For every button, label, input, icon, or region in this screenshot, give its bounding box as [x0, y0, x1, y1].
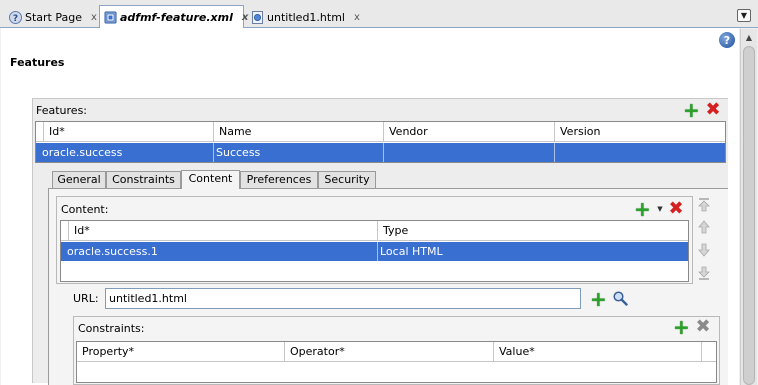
table-header: Id* Name Vendor Version: [36, 122, 725, 142]
tab-list-dropdown-button[interactable]: ▼: [737, 9, 751, 22]
move-bottom-icon: [698, 266, 710, 280]
content-label: Content:: [61, 203, 109, 216]
column-header-value[interactable]: Value*: [494, 342, 702, 362]
column-header-version[interactable]: Version: [555, 122, 725, 142]
tab-general[interactable]: General: [52, 171, 106, 188]
arrow-up-icon: [698, 220, 710, 234]
tab-content[interactable]: Content: [181, 170, 240, 189]
add-icon: +: [590, 287, 607, 311]
tab-label: Start Page: [25, 10, 82, 24]
search-icon: [613, 291, 628, 306]
column-header-id[interactable]: Id*: [69, 221, 378, 241]
move-up-button[interactable]: [696, 219, 712, 235]
chevron-down-icon: ▼: [740, 11, 748, 20]
move-to-top-button[interactable]: [696, 197, 712, 213]
xml-file-icon: [104, 11, 117, 23]
cell-id[interactable]: oracle.success: [36, 143, 214, 162]
delete-icon: ✖: [668, 198, 684, 219]
table-header: Id* Type: [61, 221, 688, 241]
add-feature-button[interactable]: +: [683, 100, 700, 120]
cell-version[interactable]: [555, 143, 725, 162]
features-label: Features:: [36, 104, 88, 117]
move-to-bottom-button[interactable]: [696, 265, 712, 281]
tab-constraints[interactable]: Constraints: [106, 171, 181, 188]
add-icon: +: [673, 315, 690, 339]
table-row[interactable]: oracle.success Success: [36, 143, 725, 162]
move-down-button[interactable]: [696, 242, 712, 258]
tab-start-page[interactable]: ? Start Page x: [5, 6, 97, 28]
help-icon: ?: [9, 10, 22, 24]
column-header-property[interactable]: Property*: [77, 342, 285, 362]
add-url-button[interactable]: +: [590, 289, 607, 309]
delete-icon: ✖: [695, 316, 711, 337]
delete-icon: ✖: [705, 99, 721, 120]
column-header-operator[interactable]: Operator*: [285, 342, 494, 362]
scrollbar-thumb[interactable]: [743, 46, 755, 385]
column-header-vendor[interactable]: Vendor: [384, 122, 555, 142]
svg-text:?: ?: [13, 14, 18, 24]
tab-adfmf-feature-xml[interactable]: adfmf-feature.xml x: [99, 5, 248, 29]
move-top-icon: [698, 198, 710, 212]
scroll-up-arrow-icon[interactable]: ▲: [741, 29, 757, 45]
column-header-id[interactable]: Id*: [44, 122, 214, 142]
cell-name[interactable]: Success: [214, 143, 384, 162]
browse-url-button[interactable]: [612, 290, 628, 306]
chevron-down-icon: ▼: [657, 205, 663, 213]
add-constraint-button[interactable]: +: [673, 317, 690, 337]
cell-id[interactable]: oracle.success.1: [61, 242, 378, 261]
tab-label: untitled1.html: [267, 10, 345, 24]
close-icon[interactable]: x: [91, 12, 97, 23]
cell-vendor[interactable]: [384, 143, 555, 162]
add-content-button[interactable]: +: [634, 199, 651, 219]
column-header-name[interactable]: Name: [214, 122, 384, 142]
delete-constraint-button[interactable]: ✖: [695, 316, 711, 337]
table-header: Property* Operator* Value*: [77, 342, 716, 362]
arrow-down-icon: [698, 243, 710, 257]
column-header-filler: [702, 342, 716, 362]
tab-security[interactable]: Security: [318, 171, 376, 188]
page-title: Features: [10, 56, 65, 69]
url-label: URL:: [73, 292, 99, 305]
features-table: Id* Name Vendor Version oracle.success S…: [35, 121, 726, 163]
delete-content-button[interactable]: ✖: [668, 198, 684, 219]
add-icon: +: [683, 98, 700, 122]
row-header-cell: [36, 122, 44, 142]
close-icon[interactable]: x: [354, 12, 360, 23]
help-icon[interactable]: ?: [719, 32, 735, 48]
url-input[interactable]: [105, 288, 581, 309]
column-header-type[interactable]: Type: [378, 221, 688, 241]
delete-feature-button[interactable]: ✖: [705, 99, 721, 120]
constraints-label: Constraints:: [78, 322, 145, 335]
constraints-table: Property* Operator* Value*: [76, 341, 717, 383]
tab-label: adfmf-feature.xml: [120, 10, 233, 24]
html-file-icon: [252, 10, 263, 24]
add-content-menu-button[interactable]: ▼: [656, 201, 664, 217]
tab-untitled1-html[interactable]: untitled1.html x: [247, 6, 360, 28]
row-header-cell: [61, 221, 69, 241]
tab-preferences[interactable]: Preferences: [240, 171, 318, 188]
table-row[interactable]: oracle.success.1 Local HTML: [61, 242, 688, 261]
vertical-scrollbar[interactable]: ▲: [740, 29, 757, 385]
content-table: Id* Type oracle.success.1 Local HTML: [60, 220, 689, 282]
add-icon: +: [634, 197, 651, 221]
cell-type[interactable]: Local HTML: [378, 242, 688, 261]
